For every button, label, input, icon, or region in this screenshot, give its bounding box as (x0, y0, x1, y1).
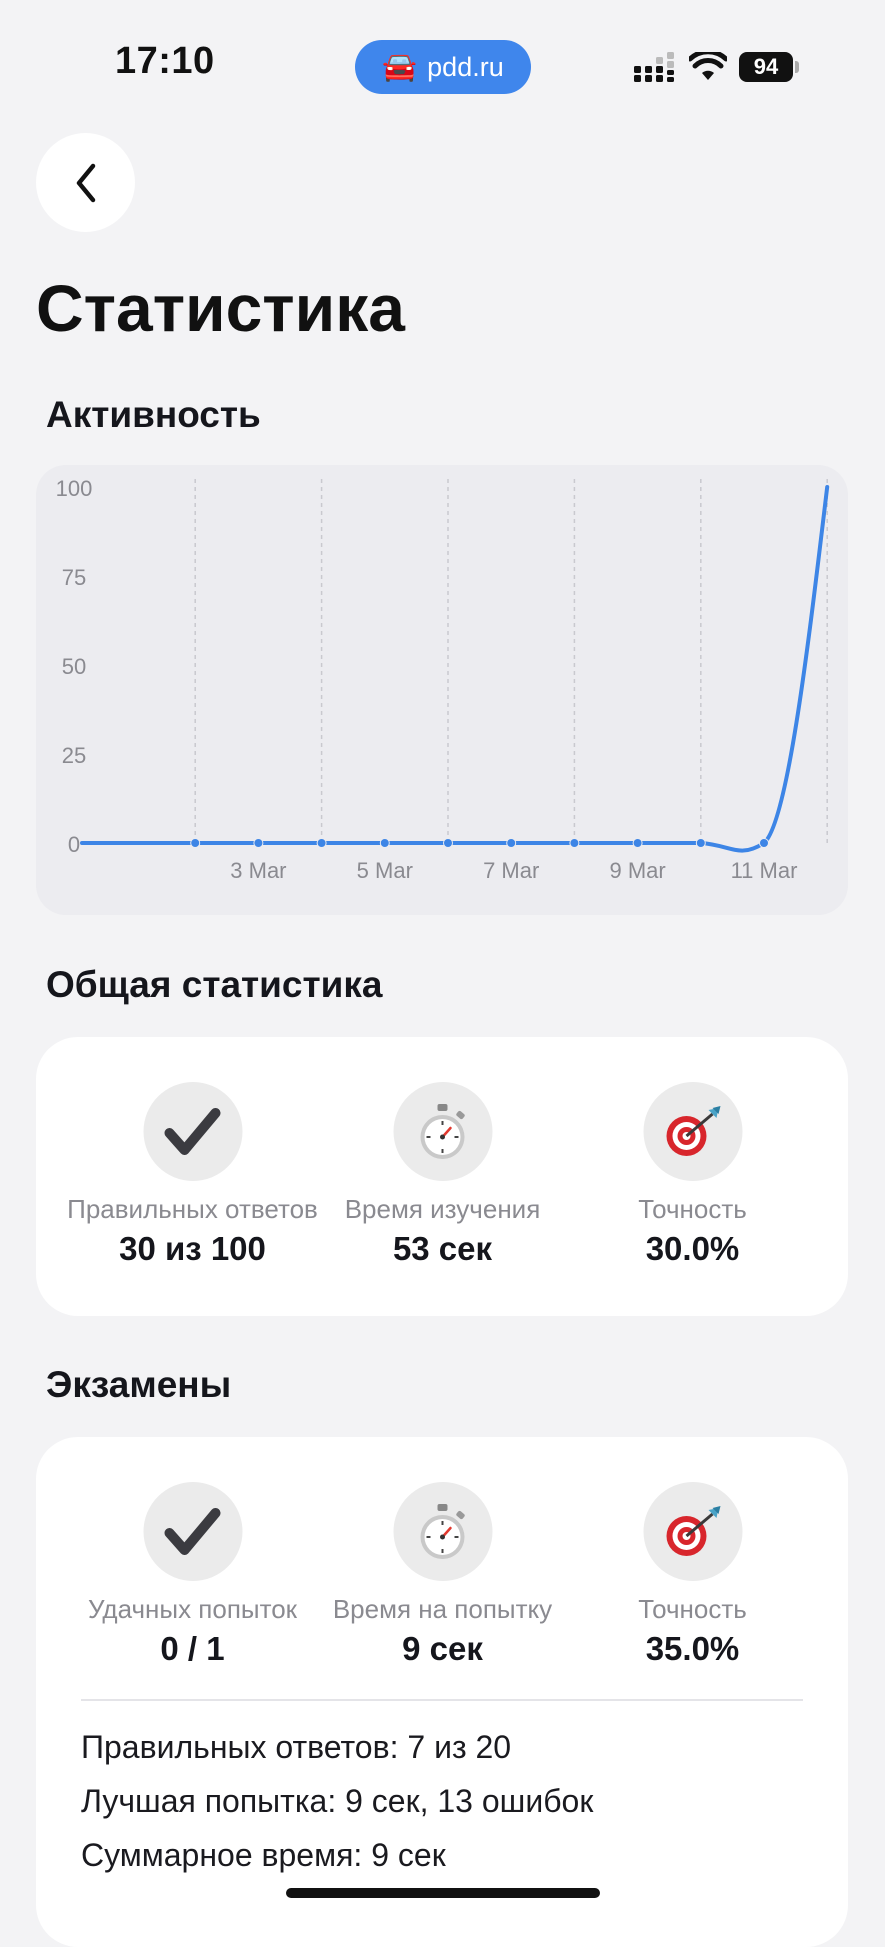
stat-value: 30 из 100 (119, 1230, 266, 1267)
x-tick-label: 9 Mar (609, 858, 665, 883)
back-button[interactable] (36, 133, 135, 232)
stat-label: Время на попытку (332, 1594, 553, 1624)
divider (81, 1699, 803, 1701)
general-title: Общая статистика (46, 964, 383, 1005)
checkmark-icon (143, 1482, 242, 1581)
system-icons: 94 (633, 47, 799, 87)
detail-total-time: Суммарное время: 9 сек (81, 1837, 446, 1873)
y-tick-label: 75 (62, 565, 86, 590)
data-point (190, 838, 201, 848)
exams-card: Удачных попыток 0 / 1 Время на попытку 9… (36, 1437, 848, 1947)
detail-best-attempt: Лучшая попытка: 9 сек, 13 ошибок (81, 1783, 594, 1819)
target-icon (643, 1482, 742, 1581)
car-icon: 🚘 (382, 51, 418, 82)
y-tick-label: 100 (56, 476, 93, 501)
x-tick-label: 3 Mar (230, 858, 286, 883)
activity-title: Активность (46, 394, 261, 435)
x-tick-label: 7 Mar (483, 858, 539, 883)
data-point (316, 838, 327, 848)
stat-label: Точность (638, 1594, 747, 1624)
target-icon (643, 1082, 742, 1181)
x-tick-label: 5 Mar (357, 858, 413, 883)
url-pill[interactable]: 🚘 pdd.ru (355, 40, 531, 94)
stat-value: 30.0% (645, 1230, 740, 1267)
stat-value: 0 / 1 (160, 1630, 225, 1667)
wifi-icon (689, 52, 727, 80)
signal-icon (634, 52, 674, 82)
stat-label: Правильных ответов (67, 1194, 318, 1224)
data-point (632, 838, 643, 848)
activity-chart: 100 75 50 25 0 3 Mar 5 Mar 7 Mar 9 Mar 11 Mar (36, 465, 848, 915)
data-point (443, 838, 453, 848)
stat-label: Удачных попыток (87, 1594, 298, 1624)
page-title: Статистика (36, 271, 405, 345)
data-point (379, 838, 390, 848)
y-tick-label: 0 (68, 832, 80, 857)
stat-value: 53 сек (392, 1230, 493, 1267)
stat-label: Время изучения (344, 1194, 541, 1224)
stopwatch-icon (393, 1482, 492, 1581)
home-indicator (286, 1888, 600, 1898)
checkmark-icon (143, 1082, 242, 1181)
url-text: pdd.ru (427, 51, 504, 82)
stat-label: Точность (638, 1194, 747, 1224)
y-tick-label: 50 (62, 654, 86, 679)
exams-title: Экзамены (46, 1364, 232, 1405)
x-tick-label: 11 Mar (731, 858, 798, 883)
general-stats-card: Правильных ответов 30 из 100 Время изуче… (36, 1037, 848, 1316)
data-point (569, 838, 580, 848)
series-line (80, 485, 830, 853)
activity-chart-svg: 100 75 50 25 0 3 Mar 5 Mar 7 Mar 9 Mar 11 Mar (56, 476, 830, 883)
stopwatch-icon (393, 1082, 492, 1181)
y-tick-label: 25 (62, 743, 86, 768)
data-point (759, 838, 769, 848)
battery-icon: 94 (739, 52, 799, 82)
stat-value: 35.0% (645, 1630, 740, 1667)
data-point (506, 838, 517, 848)
battery-level: 94 (739, 52, 793, 82)
stat-value: 9 сек (402, 1630, 483, 1667)
status-bar: 17:10 🚘 pdd.ru 94 (0, 0, 885, 130)
data-point (253, 838, 264, 848)
status-time: 17:10 (115, 40, 215, 82)
detail-correct-answers: Правильных ответов: 7 из 20 (81, 1729, 512, 1765)
data-point (695, 838, 706, 848)
chevron-left-icon (76, 163, 95, 202)
